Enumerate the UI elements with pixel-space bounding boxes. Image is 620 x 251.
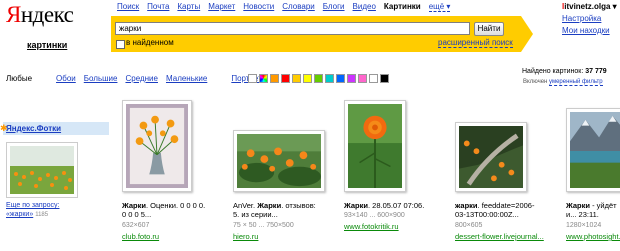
nav-images-active: Картинки [383,2,421,11]
result-thumbnail[interactable] [344,100,406,192]
top-nav: Поиск Почта Карты Маркет Новости Словари… [117,2,458,12]
color-swatch[interactable] [325,74,334,83]
yandex-logo[interactable]: Яндекс [6,2,74,28]
color-swatch[interactable] [369,74,378,83]
result-host-link[interactable]: www.photosight.r... [566,232,620,241]
result-host-link[interactable]: dessert-flower.livejournal... [455,232,544,241]
color-swatch[interactable] [259,74,268,83]
fotki-link[interactable]: Яндекс.Фотки [6,124,61,133]
fotki-thumbnail[interactable] [6,142,78,198]
result-size: 800×605 [455,222,483,229]
color-swatch[interactable] [380,74,389,83]
result-host-link[interactable]: hiero.ru [233,232,258,241]
nav-dictionaries[interactable]: Словари [282,2,315,12]
more-by-query-link[interactable]: Еще по запросу: [6,201,59,210]
color-swatch[interactable] [314,74,323,83]
filter-any[interactable]: Любые [6,74,32,83]
advanced-search-link[interactable]: расширенный поиск [438,38,513,48]
color-swatch[interactable] [270,74,279,83]
color-swatch[interactable] [336,74,345,83]
filter-large[interactable]: Большие [84,74,118,83]
result-size: 632×607 [122,222,150,229]
result-size: 93×140 ... 600×900 [344,212,405,219]
in-found-checkbox[interactable] [116,40,125,49]
color-swatches [248,74,389,83]
color-swatch[interactable] [248,74,257,83]
result-thumbnail[interactable] [566,108,620,192]
filter-small[interactable]: Маленькие [166,74,207,83]
user-name[interactable]: litvinetz.olga ▾ [562,2,617,11]
result-caption: жарки. feeddate=2006-03-13T00:00:00Z... [455,201,535,219]
size-filters: Любые Обои Большие Средние Маленькие Пор… [6,74,276,83]
nav-blogs[interactable]: Блоги [323,2,345,12]
safe-filter-link[interactable]: умеренный фильтр [549,79,603,86]
result-size: 75 × 50 ... 750×500 [233,222,294,229]
result-caption: Жарки. 28.05.07 07:06. [344,201,425,210]
result-size: 1280×1024 [566,222,602,229]
service-name[interactable]: картинки [27,40,67,50]
result-caption: AnVer. Жарки. отзывов: 5. из серии... [233,201,316,219]
result-thumbnail[interactable] [122,100,192,192]
my-finds-link[interactable]: Мои находки [562,26,610,35]
nav-news[interactable]: Новости [243,2,274,12]
safe-filter: Включен умеренный фильтр [523,79,603,86]
settings-link[interactable]: Настройка [562,14,601,23]
result-host-link[interactable]: www.fotokritik.ru [344,222,399,231]
nav-market[interactable]: Маркет [208,2,235,12]
found-count: Найдено картинок: 37 779 [522,68,607,75]
nav-search[interactable]: Поиск [117,2,139,12]
in-found-label: в найденном [126,38,174,47]
color-swatch[interactable] [292,74,301,83]
result-host-link[interactable]: club.foto.ru [122,232,159,241]
color-swatch[interactable] [303,74,312,83]
nav-video[interactable]: Видео [353,2,376,12]
result-thumbnail[interactable] [455,122,527,192]
filter-medium[interactable]: Средние [125,74,158,83]
nav-mail[interactable]: Почта [147,2,169,12]
search-band-arrow [521,16,533,52]
more-query-link[interactable]: «жарки» [6,211,33,218]
filter-wallpapers[interactable]: Обои [56,74,76,83]
color-swatch[interactable] [281,74,290,83]
nav-more[interactable]: ещё ▾ [428,2,451,12]
result-thumbnail[interactable] [233,130,325,192]
result-caption: Жарки. Оценки. 0 0 0 0. 0 0 0 5... [122,201,206,219]
result-caption: Жарки - уйдёт и... 23:11. [566,201,617,219]
search-button[interactable]: Найти [474,22,504,36]
more-query: «жарки» 1185 [6,211,49,218]
nav-maps[interactable]: Карты [177,2,200,12]
color-swatch[interactable] [358,74,367,83]
search-input[interactable] [115,22,470,35]
color-swatch[interactable] [347,74,356,83]
